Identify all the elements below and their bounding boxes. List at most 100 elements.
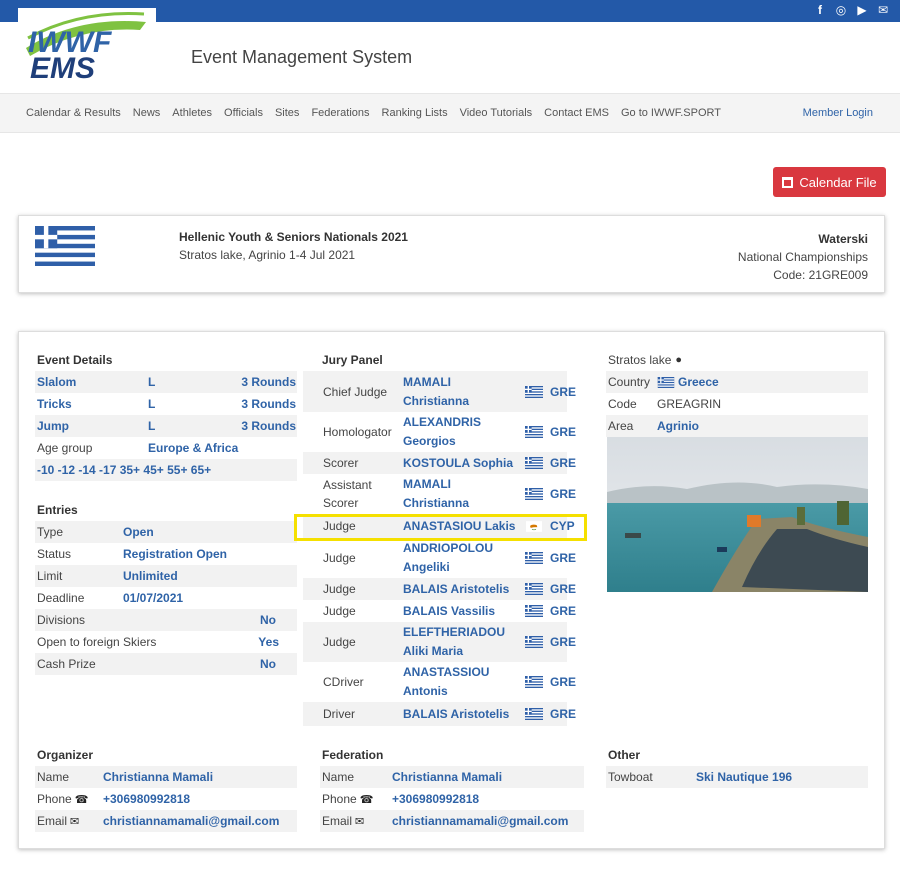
nav-contact-ems[interactable]: Contact EMS [544, 107, 609, 119]
jury-row: Homologator ALEXANDRIS Georgios GRE [303, 412, 576, 452]
towboat-value: Ski Nautique 196 [696, 770, 793, 784]
calendar-icon [782, 176, 794, 188]
iwwf-ems-logo[interactable]: IWWF EMS [18, 8, 156, 90]
jury-name-link[interactable]: ANDRIOPOLOU Angeliki [403, 539, 518, 577]
social-links: f ◎ ▶ ✉ [813, 3, 890, 17]
jury-panel-title: Jury Panel [322, 353, 383, 367]
greece-flag-icon [35, 226, 95, 266]
jury-row: Judge ELEFTHERIADOU Aliki Maria GRE [303, 622, 576, 662]
jury-name-link[interactable]: BALAIS Vassilis [403, 602, 495, 621]
nav-officials[interactable]: Officials [224, 107, 263, 119]
event-category: National Championships [737, 250, 868, 264]
jury-role: Driver [323, 707, 355, 721]
federation-phone[interactable]: +306980992818 [392, 792, 479, 806]
jury-row: Scorer KOSTOULA Sophia GRE [303, 452, 576, 474]
federation-email[interactable]: christiannamamali@gmail.com [392, 814, 568, 828]
nav-go-to-iwwf[interactable]: Go to IWWF.SPORT [621, 107, 721, 119]
nav-federations[interactable]: Federations [311, 107, 369, 119]
federation-name-label: Name [322, 770, 355, 784]
event-title: Hellenic Youth & Seniors Nationals 2021 [179, 230, 408, 244]
calendar-file-button[interactable]: Calendar File [773, 167, 886, 197]
site-name-row: Stratos lake ● [608, 353, 682, 367]
greece-flag-icon [525, 385, 543, 398]
entry-value: 01/07/2021 [123, 591, 184, 605]
nav-calendar-results[interactable]: Calendar & Results [26, 107, 121, 119]
greece-flag-icon [525, 457, 543, 469]
envelope-icon: ✉ [70, 815, 80, 828]
jury-nationality: GRE [550, 456, 577, 470]
entry-label: Status [37, 547, 72, 561]
nav-athletes[interactable]: Athletes [172, 107, 212, 119]
greece-flag-icon [525, 676, 543, 688]
option-label: Cash Prize [37, 657, 96, 671]
option-value: No [260, 657, 276, 671]
organizer-email[interactable]: christiannamamali@gmail.com [103, 814, 279, 828]
site-area[interactable]: Agrinio [657, 419, 699, 433]
jury-name-link[interactable]: KOSTOULA Sophia [403, 454, 513, 473]
jury-role: Scorer [323, 456, 359, 470]
greece-flag-icon [525, 426, 543, 438]
mail-icon[interactable]: ✉ [876, 3, 890, 17]
age-group-label: Age group [37, 441, 93, 455]
jury-row: Judge ANDRIOPOLOU Angeliki GRE [303, 538, 576, 578]
jury-name-link[interactable]: BALAIS Aristotelis [403, 705, 509, 724]
entry-value: Open [123, 525, 154, 539]
jury-name-link[interactable]: MAMALI Christianna [403, 373, 518, 411]
site-country[interactable]: Greece [678, 375, 719, 389]
jury-role: Homologator [323, 425, 392, 439]
organizer-title: Organizer [37, 748, 94, 762]
greece-flag-icon [657, 376, 675, 388]
federation-name: Christianna Mamali [392, 770, 503, 784]
towboat-label: Towboat [608, 770, 653, 784]
jury-row: Chief Judge MAMALI Christianna GRE [303, 371, 576, 412]
entries-row-status: Status Registration Open [35, 543, 297, 565]
jury-nationality: GRE [550, 675, 577, 689]
jury-row: Judge BALAIS Aristotelis GRE [303, 578, 576, 600]
jury-name-link[interactable]: ELEFTHERIADOU Aliki Maria [403, 623, 518, 661]
organizer-phone[interactable]: +306980992818 [103, 792, 190, 806]
nav-sites[interactable]: Sites [275, 107, 299, 119]
member-login-link[interactable]: Member Login [803, 107, 873, 119]
nav-news[interactable]: News [133, 107, 161, 119]
nav-ranking-lists[interactable]: Ranking Lists [382, 107, 448, 119]
facebook-icon[interactable]: f [813, 3, 827, 17]
jury-row: Assistant Scorer MAMALI Christianna GRE [303, 474, 576, 514]
youtube-icon[interactable]: ▶ [855, 3, 869, 17]
entries-row-cash-prize: Cash Prize No [35, 653, 297, 675]
discipline-row-slalom[interactable]: Slalom L 3 Rounds [35, 371, 297, 393]
jury-name-link[interactable]: MAMALI Christianna [403, 475, 518, 513]
event-details-title: Event Details [37, 353, 113, 367]
option-label: Open to foreign Skiers [37, 635, 157, 649]
discipline-rounds: 3 Rounds [241, 419, 296, 433]
jury-role: Judge [323, 551, 356, 565]
organizer-name-row: Name Christianna Mamali [35, 766, 297, 788]
instagram-icon[interactable]: ◎ [834, 3, 848, 17]
jury-nationality: GRE [550, 384, 577, 399]
site-label: Area [608, 419, 634, 433]
organizer-email-row: Email ✉ christiannamamali@gmail.com [35, 810, 297, 832]
site-label: Code [608, 397, 637, 411]
discipline-row-jump[interactable]: Jump L 3 Rounds [35, 415, 297, 437]
jury-name-link[interactable]: ANASTASSIOU Antonis [403, 663, 518, 701]
jury-nationality: GRE [550, 551, 577, 565]
organizer-name: Christianna Mamali [103, 770, 214, 784]
discipline-row-tricks[interactable]: Tricks L 3 Rounds [35, 393, 297, 415]
federation-email-row: Email ✉ christiannamamali@gmail.com [320, 810, 584, 832]
age-group-value[interactable]: Europe & Africa [148, 441, 238, 455]
map-pin-icon[interactable]: ● [675, 354, 682, 366]
greece-flag-icon [525, 552, 543, 564]
entries-row-deadline: Deadline 01/07/2021 [35, 587, 297, 609]
entry-label: Limit [37, 569, 63, 583]
discipline-rounds: 3 Rounds [241, 397, 296, 411]
jury-role: CDriver [323, 675, 364, 689]
jury-name-link[interactable]: ALEXANDRIS Georgios [403, 413, 518, 451]
jury-role: Assistant Scorer [323, 478, 372, 510]
highlight-box [294, 514, 587, 541]
jury-role: Judge [323, 604, 356, 618]
event-sport: Waterski [818, 232, 868, 246]
entry-value: Unlimited [123, 569, 178, 583]
discipline-name: Slalom [37, 375, 77, 389]
age-group-row: Age group Europe & Africa [35, 437, 297, 459]
nav-video-tutorials[interactable]: Video Tutorials [460, 107, 533, 119]
jury-name-link[interactable]: BALAIS Aristotelis [403, 580, 509, 599]
